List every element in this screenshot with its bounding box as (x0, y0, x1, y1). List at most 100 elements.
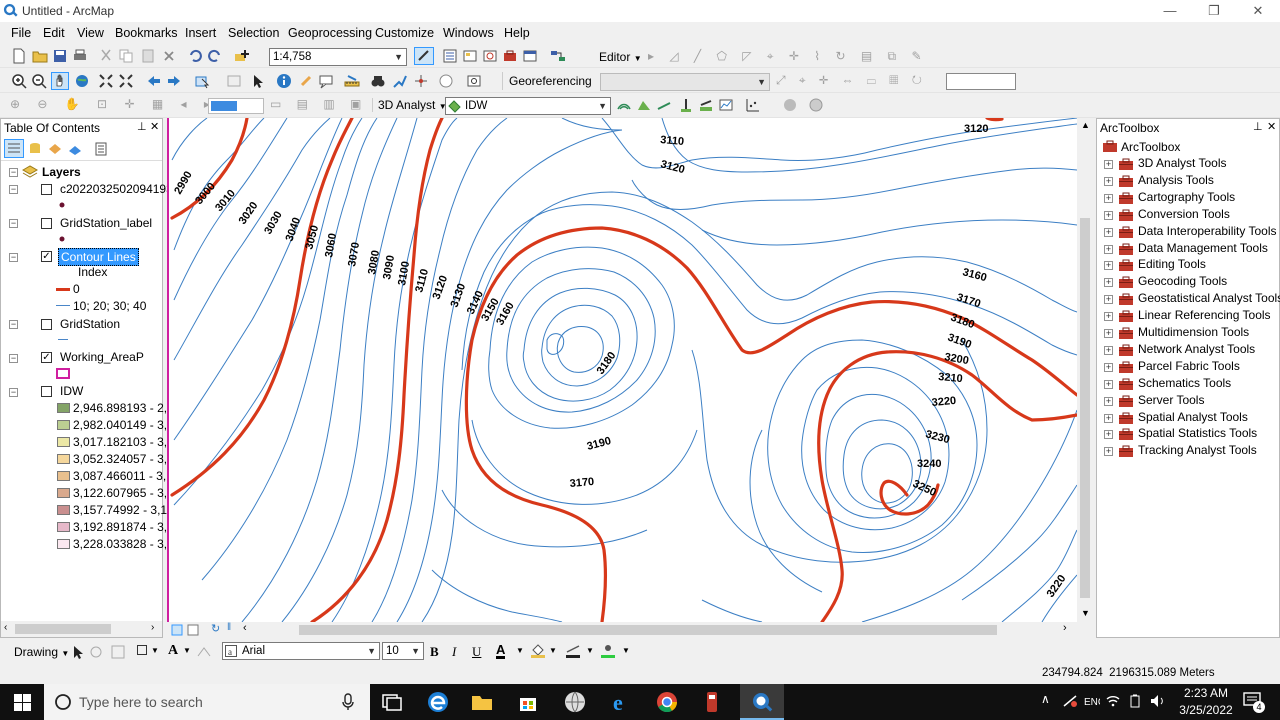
toolbox-expand-toggle[interactable]: + (1104, 362, 1113, 372)
data-view-icon[interactable] (171, 624, 183, 636)
menu-view[interactable]: View (77, 26, 104, 40)
toolbox-expand-toggle[interactable]: + (1104, 261, 1113, 271)
toolbox-expand-toggle[interactable]: + (1104, 312, 1113, 322)
toolbox-expand-toggle[interactable]: + (1104, 345, 1113, 355)
microsoft-store-icon[interactable] (516, 690, 540, 714)
find-icon[interactable] (370, 73, 386, 89)
create-viewer-window-icon[interactable] (466, 73, 482, 89)
search-window-icon[interactable] (482, 48, 498, 64)
arctoolbox-icon[interactable] (502, 48, 518, 64)
chevron-down-icon[interactable]: ▼ (622, 646, 630, 655)
toc-options-icon[interactable] (93, 141, 109, 157)
toolbox-item-label[interactable]: Network Analyst Tools (1138, 342, 1255, 356)
arcgis-globe-icon[interactable] (563, 690, 587, 714)
font-select[interactable]: a Arial ▼ (222, 642, 380, 660)
toolbox-expand-toggle[interactable]: + (1104, 210, 1113, 220)
scrollbar-thumb[interactable] (15, 624, 111, 634)
file-explorer-icon[interactable] (470, 690, 494, 714)
toolbox-expand-toggle[interactable]: + (1104, 430, 1113, 440)
back-extent-icon[interactable] (146, 73, 162, 89)
line-color-icon[interactable] (565, 642, 581, 658)
toolbox-expand-toggle[interactable]: + (1104, 244, 1113, 254)
layers-collapse-toggle[interactable]: − (9, 168, 18, 177)
internet-explorer-icon[interactable]: e (609, 690, 633, 714)
toolbox-item-label[interactable]: Multidimension Tools (1138, 325, 1249, 339)
chevron-down-icon[interactable]: ▼ (549, 646, 557, 655)
layer-visibility-checkbox[interactable] (41, 319, 52, 330)
undo-icon[interactable] (187, 48, 203, 64)
go-to-xy-icon[interactable] (413, 73, 429, 89)
scroll-left-icon[interactable]: ‹ (243, 622, 247, 634)
drawing-menu[interactable]: Drawing ▼ (14, 645, 69, 659)
font-color-button[interactable]: A (496, 643, 506, 659)
identify-icon[interactable] (276, 73, 292, 89)
toolbox-item-label[interactable]: Schematics Tools (1138, 376, 1231, 390)
editor-toolbar-icon[interactable] (414, 47, 434, 65)
close-button[interactable]: ✕ (1238, 2, 1278, 20)
pan-hand-icon[interactable] (51, 72, 69, 90)
toolbox-expand-toggle[interactable]: + (1104, 278, 1113, 288)
georeferencing-menu[interactable]: Georeferencing ▼ (502, 72, 594, 105)
chrome-icon[interactable] (655, 690, 679, 714)
list-by-visibility-icon[interactable] (47, 141, 63, 157)
rotate-angle-input[interactable] (946, 73, 1016, 90)
profile-graph-icon[interactable] (718, 97, 734, 113)
select-elements-icon[interactable] (250, 73, 266, 89)
menu-edit[interactable]: Edit (43, 26, 65, 40)
scroll-left-icon[interactable]: ‹ (4, 622, 7, 633)
text-tool-icon[interactable]: A (168, 643, 178, 659)
map-vertical-scrollbar[interactable]: ▲ ▼ (1077, 118, 1093, 622)
toolbox-expand-toggle[interactable]: + (1104, 295, 1113, 305)
layer-visibility-checkbox[interactable]: ✓ (41, 251, 52, 262)
underline-button[interactable]: U (472, 644, 481, 660)
list-by-source-icon[interactable] (27, 141, 43, 157)
toolbox-item-label[interactable]: Linear Referencing Tools (1138, 308, 1271, 322)
scroll-down-icon[interactable]: ▼ (1081, 608, 1090, 618)
scrollbar-thumb[interactable] (299, 625, 997, 635)
arcgis-catalog-icon[interactable] (700, 690, 724, 714)
forward-extent-icon[interactable] (166, 73, 182, 89)
scroll-up-icon[interactable]: ▲ (1081, 120, 1090, 130)
layer-expand-toggle[interactable]: − (9, 320, 18, 329)
model-builder-icon[interactable] (550, 48, 566, 64)
map-horizontal-scrollbar[interactable]: ↻ ‖ ‹ › (167, 622, 1077, 638)
menu-geoprocessing[interactable]: Geoprocessing (288, 26, 372, 40)
layer-expand-toggle[interactable]: − (9, 253, 18, 262)
layer-name-gridstation[interactable]: GridStation (60, 317, 120, 331)
full-extent-icon[interactable] (74, 73, 90, 89)
menu-customize[interactable]: Customize (375, 26, 434, 40)
chevron-down-icon[interactable]: ▼ (586, 646, 594, 655)
chevron-down-icon[interactable]: ▼ (183, 646, 191, 655)
clock-date[interactable]: 3/25/2022 (1176, 703, 1236, 717)
select-elements-icon[interactable] (70, 644, 86, 660)
pause-drawing-icon[interactable]: ‖ (227, 622, 231, 633)
toolbox-expand-toggle[interactable]: + (1104, 329, 1113, 338)
toolbox-expand-toggle[interactable]: + (1104, 447, 1113, 457)
wifi-icon[interactable] (1106, 694, 1120, 708)
html-popup-icon[interactable] (318, 73, 334, 89)
save-icon[interactable] (52, 48, 68, 64)
microphone-icon[interactable] (342, 693, 354, 711)
toolbox-item-label[interactable]: Server Tools (1138, 393, 1204, 407)
layer-expand-toggle[interactable]: − (9, 185, 18, 194)
layer-name-contour-lines[interactable]: Contour Lines (58, 248, 139, 266)
point-file-icon[interactable] (745, 97, 761, 113)
line-of-sight-icon[interactable] (656, 97, 672, 113)
3d-analyst-menu[interactable]: 3D Analyst ▼ (372, 98, 447, 112)
contour-tool-icon[interactable] (616, 97, 632, 113)
layer-name-gridstation-label[interactable]: GridStation_label (60, 216, 152, 230)
windows-start-icon[interactable] (14, 694, 31, 711)
scroll-right-icon[interactable]: › (151, 622, 154, 633)
interpolate-line-icon[interactable] (698, 97, 714, 113)
toolbox-item-label[interactable]: Editing Tools (1138, 257, 1206, 271)
steepest-path-icon[interactable] (636, 97, 652, 113)
layer-expand-toggle[interactable]: − (9, 219, 18, 228)
hyperlink-icon[interactable] (298, 73, 314, 89)
toc-horizontal-scrollbar[interactable]: ‹ › (1, 621, 162, 637)
list-by-selection-icon[interactable] (67, 141, 83, 157)
time-slider-icon[interactable] (438, 73, 454, 89)
cut-icon[interactable] (98, 48, 114, 64)
toolbox-item-label[interactable]: Conversion Tools (1138, 207, 1230, 221)
volume-icon[interactable] (1150, 694, 1166, 708)
zoom-in-icon[interactable] (11, 73, 27, 89)
